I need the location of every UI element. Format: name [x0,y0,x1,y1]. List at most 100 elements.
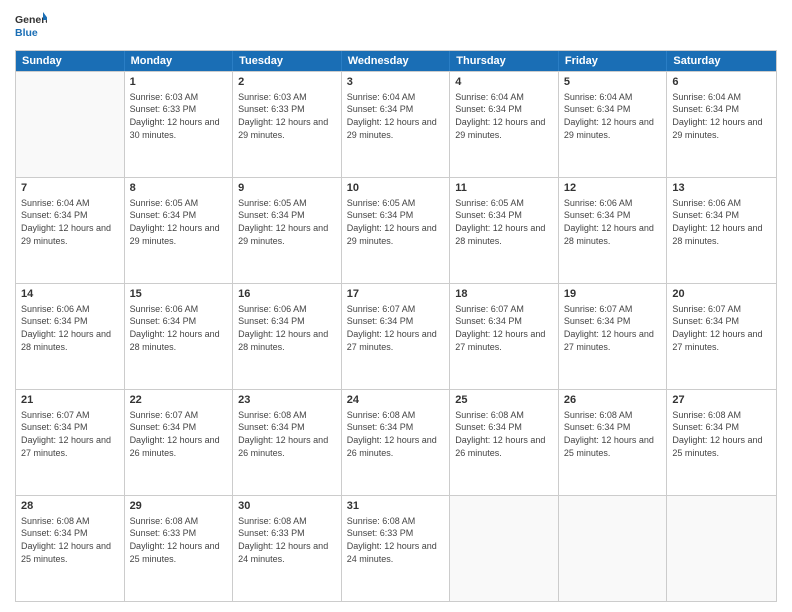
cal-cell: 6Sunrise: 6:04 AMSunset: 6:34 PMDaylight… [667,72,776,177]
cal-cell: 13Sunrise: 6:06 AMSunset: 6:34 PMDayligh… [667,178,776,283]
cell-info: Sunrise: 6:06 AMSunset: 6:34 PMDaylight:… [21,303,119,353]
day-number: 26 [564,393,662,408]
cal-cell: 16Sunrise: 6:06 AMSunset: 6:34 PMDayligh… [233,284,342,389]
cal-cell: 14Sunrise: 6:06 AMSunset: 6:34 PMDayligh… [16,284,125,389]
cal-cell [667,496,776,601]
cal-cell: 30Sunrise: 6:08 AMSunset: 6:33 PMDayligh… [233,496,342,601]
cell-info: Sunrise: 6:06 AMSunset: 6:34 PMDaylight:… [672,197,771,247]
cal-cell: 20Sunrise: 6:07 AMSunset: 6:34 PMDayligh… [667,284,776,389]
day-number: 22 [130,393,228,408]
cal-cell: 17Sunrise: 6:07 AMSunset: 6:34 PMDayligh… [342,284,451,389]
week-row-1: 7Sunrise: 6:04 AMSunset: 6:34 PMDaylight… [16,177,776,283]
cal-cell: 28Sunrise: 6:08 AMSunset: 6:34 PMDayligh… [16,496,125,601]
day-number: 4 [455,75,553,90]
day-number: 12 [564,181,662,196]
cal-cell: 8Sunrise: 6:05 AMSunset: 6:34 PMDaylight… [125,178,234,283]
calendar-header: SundayMondayTuesdayWednesdayThursdayFrid… [16,51,776,71]
cell-info: Sunrise: 6:05 AMSunset: 6:34 PMDaylight:… [130,197,228,247]
page: General Blue SundayMondayTuesdayWednesda… [0,0,792,612]
header: General Blue [15,10,777,42]
cell-info: Sunrise: 6:07 AMSunset: 6:34 PMDaylight:… [564,303,662,353]
cal-cell: 23Sunrise: 6:08 AMSunset: 6:34 PMDayligh… [233,390,342,495]
day-number: 16 [238,287,336,302]
cell-info: Sunrise: 6:07 AMSunset: 6:34 PMDaylight:… [21,409,119,459]
svg-text:Blue: Blue [15,27,38,39]
cal-cell: 5Sunrise: 6:04 AMSunset: 6:34 PMDaylight… [559,72,668,177]
cell-info: Sunrise: 6:07 AMSunset: 6:34 PMDaylight:… [672,303,771,353]
cal-cell: 12Sunrise: 6:06 AMSunset: 6:34 PMDayligh… [559,178,668,283]
cell-info: Sunrise: 6:08 AMSunset: 6:34 PMDaylight:… [455,409,553,459]
cell-info: Sunrise: 6:07 AMSunset: 6:34 PMDaylight:… [130,409,228,459]
cal-cell: 21Sunrise: 6:07 AMSunset: 6:34 PMDayligh… [16,390,125,495]
cell-info: Sunrise: 6:05 AMSunset: 6:34 PMDaylight:… [347,197,445,247]
day-number: 30 [238,499,336,514]
cal-cell: 22Sunrise: 6:07 AMSunset: 6:34 PMDayligh… [125,390,234,495]
day-number: 27 [672,393,771,408]
day-number: 10 [347,181,445,196]
header-day-monday: Monday [125,51,234,71]
day-number: 31 [347,499,445,514]
day-number: 29 [130,499,228,514]
day-number: 8 [130,181,228,196]
cal-cell: 2Sunrise: 6:03 AMSunset: 6:33 PMDaylight… [233,72,342,177]
cell-info: Sunrise: 6:07 AMSunset: 6:34 PMDaylight:… [347,303,445,353]
day-number: 23 [238,393,336,408]
day-number: 11 [455,181,553,196]
cell-info: Sunrise: 6:08 AMSunset: 6:34 PMDaylight:… [21,515,119,565]
header-day-tuesday: Tuesday [233,51,342,71]
cal-cell [559,496,668,601]
header-day-thursday: Thursday [450,51,559,71]
cal-cell: 18Sunrise: 6:07 AMSunset: 6:34 PMDayligh… [450,284,559,389]
cell-info: Sunrise: 6:05 AMSunset: 6:34 PMDaylight:… [455,197,553,247]
cell-info: Sunrise: 6:08 AMSunset: 6:34 PMDaylight:… [672,409,771,459]
cal-cell: 25Sunrise: 6:08 AMSunset: 6:34 PMDayligh… [450,390,559,495]
header-day-wednesday: Wednesday [342,51,451,71]
calendar: SundayMondayTuesdayWednesdayThursdayFrid… [15,50,777,602]
day-number: 21 [21,393,119,408]
header-day-sunday: Sunday [16,51,125,71]
cell-info: Sunrise: 6:06 AMSunset: 6:34 PMDaylight:… [564,197,662,247]
cell-info: Sunrise: 6:04 AMSunset: 6:34 PMDaylight:… [455,91,553,141]
cal-cell: 9Sunrise: 6:05 AMSunset: 6:34 PMDaylight… [233,178,342,283]
cell-info: Sunrise: 6:06 AMSunset: 6:34 PMDaylight:… [238,303,336,353]
day-number: 13 [672,181,771,196]
cal-cell: 1Sunrise: 6:03 AMSunset: 6:33 PMDaylight… [125,72,234,177]
day-number: 1 [130,75,228,90]
cell-info: Sunrise: 6:08 AMSunset: 6:33 PMDaylight:… [347,515,445,565]
cell-info: Sunrise: 6:06 AMSunset: 6:34 PMDaylight:… [130,303,228,353]
day-number: 2 [238,75,336,90]
cal-cell: 11Sunrise: 6:05 AMSunset: 6:34 PMDayligh… [450,178,559,283]
cal-cell: 7Sunrise: 6:04 AMSunset: 6:34 PMDaylight… [16,178,125,283]
day-number: 24 [347,393,445,408]
cal-cell: 31Sunrise: 6:08 AMSunset: 6:33 PMDayligh… [342,496,451,601]
week-row-4: 28Sunrise: 6:08 AMSunset: 6:34 PMDayligh… [16,495,776,601]
cell-info: Sunrise: 6:08 AMSunset: 6:33 PMDaylight:… [130,515,228,565]
day-number: 15 [130,287,228,302]
day-number: 17 [347,287,445,302]
day-number: 14 [21,287,119,302]
cal-cell: 10Sunrise: 6:05 AMSunset: 6:34 PMDayligh… [342,178,451,283]
cell-info: Sunrise: 6:08 AMSunset: 6:34 PMDaylight:… [564,409,662,459]
header-day-saturday: Saturday [667,51,776,71]
day-number: 3 [347,75,445,90]
cal-cell: 4Sunrise: 6:04 AMSunset: 6:34 PMDaylight… [450,72,559,177]
cell-info: Sunrise: 6:08 AMSunset: 6:34 PMDaylight:… [347,409,445,459]
cal-cell [16,72,125,177]
day-number: 18 [455,287,553,302]
cell-info: Sunrise: 6:05 AMSunset: 6:34 PMDaylight:… [238,197,336,247]
cell-info: Sunrise: 6:08 AMSunset: 6:34 PMDaylight:… [238,409,336,459]
cal-cell: 26Sunrise: 6:08 AMSunset: 6:34 PMDayligh… [559,390,668,495]
cell-info: Sunrise: 6:04 AMSunset: 6:34 PMDaylight:… [347,91,445,141]
svg-text:General: General [15,14,47,26]
cal-cell: 3Sunrise: 6:04 AMSunset: 6:34 PMDaylight… [342,72,451,177]
day-number: 5 [564,75,662,90]
calendar-body: 1Sunrise: 6:03 AMSunset: 6:33 PMDaylight… [16,71,776,601]
cal-cell: 29Sunrise: 6:08 AMSunset: 6:33 PMDayligh… [125,496,234,601]
header-day-friday: Friday [559,51,668,71]
week-row-0: 1Sunrise: 6:03 AMSunset: 6:33 PMDaylight… [16,71,776,177]
cell-info: Sunrise: 6:03 AMSunset: 6:33 PMDaylight:… [130,91,228,141]
day-number: 7 [21,181,119,196]
cell-info: Sunrise: 6:04 AMSunset: 6:34 PMDaylight:… [564,91,662,141]
day-number: 9 [238,181,336,196]
cal-cell: 27Sunrise: 6:08 AMSunset: 6:34 PMDayligh… [667,390,776,495]
